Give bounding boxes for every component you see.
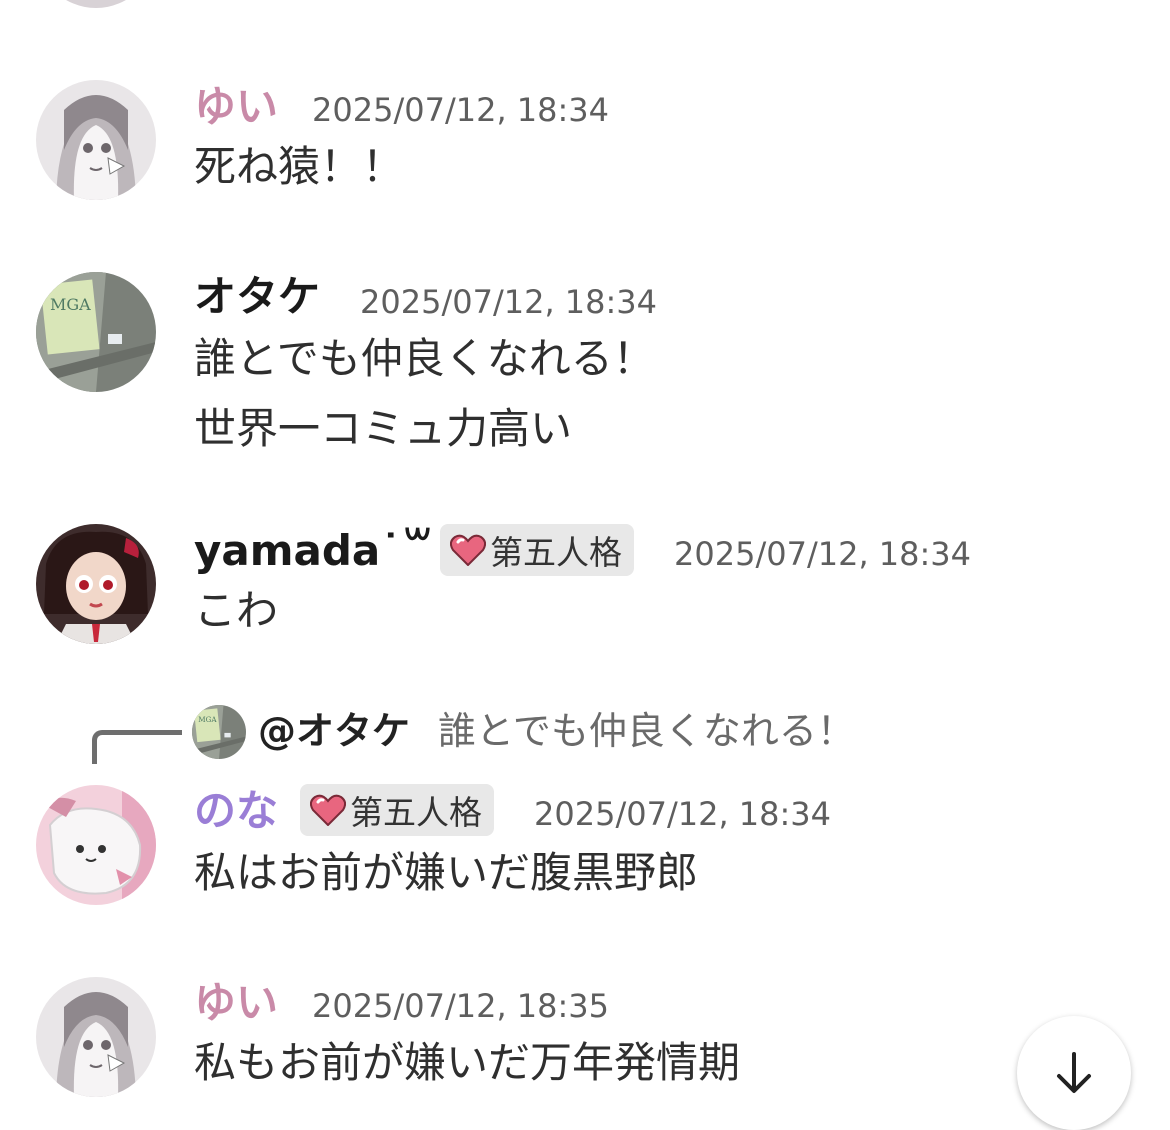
previous-avatar-partial xyxy=(36,0,156,8)
reply-avatar-icon xyxy=(192,705,246,759)
reply-mention: @オタケ xyxy=(258,709,411,753)
badge-label: 第五人格 xyxy=(350,793,482,832)
user-avatar-game-character[interactable] xyxy=(36,524,156,644)
author-name[interactable]: オタケ xyxy=(194,272,320,322)
message-timestamp: 2025/07/12, 18:35 xyxy=(312,987,609,1025)
message-text: こわ xyxy=(194,586,279,635)
heart-icon xyxy=(310,794,346,826)
message-timestamp: 2025/07/12, 18:34 xyxy=(360,283,657,321)
community-badge[interactable]: 第五人格 xyxy=(440,524,634,576)
message-text: 私もお前が嫌いだ万年発情期 xyxy=(194,1038,741,1087)
message-text: 私はお前が嫌いだ腹黒野郎 xyxy=(194,848,699,897)
author-name[interactable]: ゆい xyxy=(194,978,278,1028)
message-text: 死ね猿！！ xyxy=(194,142,405,191)
message-text: 世界一コミュ力高い xyxy=(194,404,573,453)
heart-icon xyxy=(450,534,486,566)
message-timestamp: 2025/07/12, 18:34 xyxy=(674,535,971,573)
user-avatar-pink-plush[interactable] xyxy=(36,785,156,905)
community-badge[interactable]: 第五人格 xyxy=(300,784,494,836)
scroll-to-bottom-button[interactable] xyxy=(1017,1016,1131,1130)
author-name[interactable]: のな xyxy=(194,786,278,836)
user-avatar-poster[interactable] xyxy=(36,272,156,392)
arrow-down-icon xyxy=(1057,1052,1091,1093)
reply-connector-line xyxy=(92,730,182,764)
author-name[interactable]: ゆい xyxy=(194,82,278,132)
user-avatar-gray-sketch[interactable] xyxy=(36,977,156,1097)
user-avatar-gray-sketch[interactable] xyxy=(36,80,156,200)
message-timestamp: 2025/07/12, 18:34 xyxy=(312,91,609,129)
author-name[interactable]: yamada˙꒳˙ xyxy=(194,526,455,576)
message-timestamp: 2025/07/12, 18:34 xyxy=(534,795,831,833)
message-text: 誰とでも仲良くなれる！ xyxy=(194,334,655,383)
badge-label: 第五人格 xyxy=(490,533,622,572)
reply-preview-text: 誰とでも仲良くなれる！ xyxy=(438,709,855,753)
